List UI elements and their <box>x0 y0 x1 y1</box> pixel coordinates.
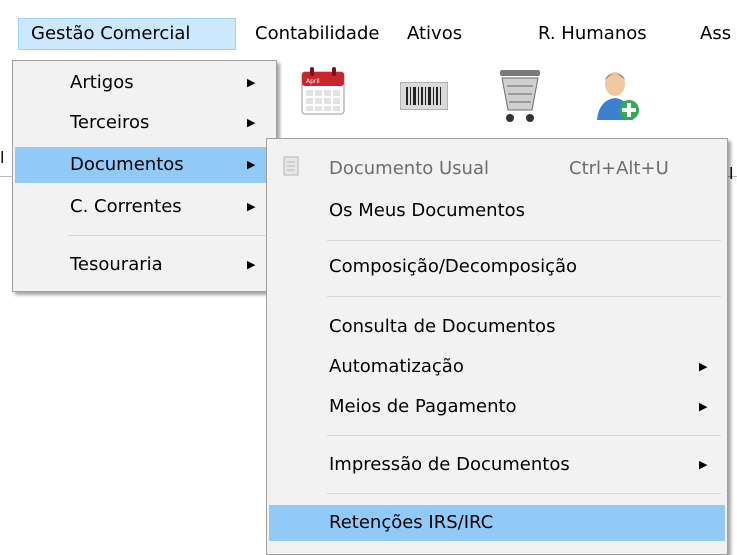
menu-ass[interactable]: Ass <box>688 18 737 50</box>
menu-r-humanos[interactable]: R. Humanos <box>526 18 659 50</box>
calendar-month-text: April <box>306 78 320 85</box>
menu-separator <box>68 235 270 236</box>
menu-item-tesouraria[interactable]: Tesouraria ▶ <box>15 247 274 283</box>
menu-contabilidade[interactable]: Contabilidade <box>243 18 391 50</box>
menu-ativos-label: Ativos <box>407 23 463 44</box>
menu-item-documento-usual[interactable]: Documento Usual Ctrl+Alt+U <box>269 151 725 187</box>
menu-ativos[interactable]: Ativos <box>395 18 474 50</box>
menu-separator <box>327 493 721 494</box>
menu-item-composicao[interactable]: Composição/Decomposição <box>269 249 725 285</box>
menu-separator <box>327 240 721 241</box>
menu-ass-label: Ass <box>700 23 732 44</box>
submenu-arrow-icon: ▶ <box>247 116 256 129</box>
menu-item-meios-pagamento[interactable]: Meios de Pagamento ▶ <box>269 389 725 425</box>
menu-item-documento-usual-shortcut: Ctrl+Alt+U <box>569 158 669 179</box>
menu-item-meios-pagamento-label: Meios de Pagamento <box>329 396 517 417</box>
edge-fragment-left: l <box>0 148 5 167</box>
menu-separator <box>327 435 721 436</box>
menu-r-humanos-label: R. Humanos <box>538 23 647 44</box>
menu-item-documento-usual-label: Documento Usual <box>329 158 489 179</box>
menu-item-os-meus-documentos[interactable]: Os Meus Documentos <box>269 193 725 229</box>
submenu-arrow-icon: ▶ <box>247 76 256 89</box>
menu-item-consulta-documentos-label: Consulta de Documentos <box>329 316 556 337</box>
menu-gestao-comercial-label: Gestão Comercial <box>31 23 191 44</box>
menu-item-terceiros-label: Terceiros <box>70 112 150 133</box>
menu-item-tesouraria-label: Tesouraria <box>70 254 163 275</box>
menu-item-artigos-label: Artigos <box>70 72 134 93</box>
menu-item-impressao-documentos[interactable]: Impressão de Documentos ▶ <box>269 447 725 483</box>
menu-item-os-meus-documentos-label: Os Meus Documentos <box>329 200 526 221</box>
menu-item-impressao-documentos-label: Impressão de Documentos <box>329 454 570 475</box>
menu-item-terceiros[interactable]: Terceiros ▶ <box>15 105 274 141</box>
menu-item-composicao-label: Composição/Decomposição <box>329 256 578 277</box>
menu-item-automatizacao[interactable]: Automatização ▶ <box>269 349 725 385</box>
menu-item-c-correntes[interactable]: C. Correntes ▶ <box>15 189 274 225</box>
document-icon <box>283 153 299 189</box>
submenu-arrow-icon: ▶ <box>699 400 708 413</box>
shopping-cart-icon[interactable] <box>498 64 542 126</box>
menu-item-documentos[interactable]: Documentos ▶ <box>15 147 274 183</box>
menu-item-retencoes[interactable]: Retenções IRS/IRC <box>269 505 725 541</box>
toolbar: April <box>270 60 737 140</box>
submenu-arrow-icon: ▶ <box>699 458 708 471</box>
menu-separator <box>327 296 721 297</box>
submenu-arrow-icon: ▶ <box>247 158 256 171</box>
menu-gestao-comercial-popup: Artigos ▶ Terceiros ▶ Documentos ▶ C. Co… <box>12 60 277 292</box>
edge-fragment-right: l <box>729 164 734 183</box>
menu-documentos-popup: Documento Usual Ctrl+Alt+U Os Meus Docum… <box>266 138 728 555</box>
menu-item-documentos-label: Documentos <box>70 154 184 175</box>
submenu-arrow-icon: ▶ <box>247 258 256 271</box>
menu-item-consulta-documentos[interactable]: Consulta de Documentos <box>269 309 725 345</box>
menu-bar: Gestão Comercial Contabilidade Ativos R.… <box>0 0 737 68</box>
menu-item-artigos[interactable]: Artigos ▶ <box>15 65 274 101</box>
calendar-icon[interactable]: April <box>300 66 346 116</box>
submenu-arrow-icon: ▶ <box>247 200 256 213</box>
add-user-icon[interactable] <box>595 68 641 124</box>
menu-item-automatizacao-label: Automatização <box>329 356 464 377</box>
menu-gestao-comercial[interactable]: Gestão Comercial <box>18 18 236 50</box>
barcode-icon[interactable] <box>399 81 449 111</box>
menu-contabilidade-label: Contabilidade <box>255 23 380 44</box>
menu-item-c-correntes-label: C. Correntes <box>70 196 182 217</box>
submenu-arrow-icon: ▶ <box>699 360 708 373</box>
menu-item-retencoes-label: Retenções IRS/IRC <box>329 512 494 533</box>
